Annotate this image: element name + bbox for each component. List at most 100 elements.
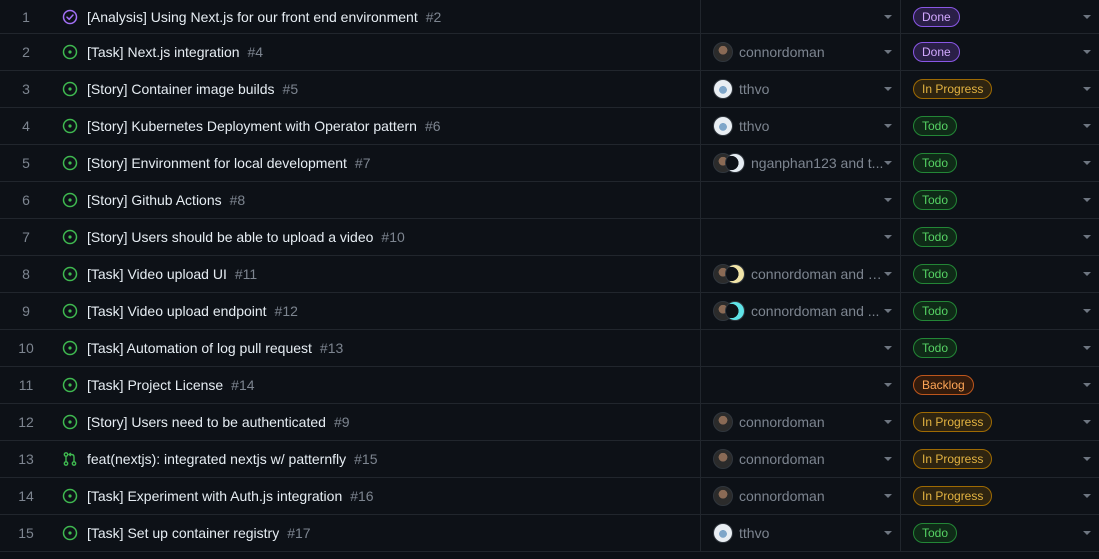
table-row[interactable]: 5 [Story] Environment for local developm… — [0, 145, 1099, 182]
chevron-down-icon[interactable] — [1083, 87, 1091, 91]
avatar[interactable] — [713, 523, 733, 543]
chevron-down-icon[interactable] — [1083, 457, 1091, 461]
issue-title[interactable]: [Story] Users should be able to upload a… — [87, 229, 373, 245]
title-cell[interactable]: [Story] Users need to be authenticated #… — [52, 404, 701, 440]
title-cell[interactable]: feat(nextjs): integrated nextjs w/ patte… — [52, 441, 701, 477]
status-cell[interactable]: In Progress — [901, 71, 1099, 107]
table-row[interactable]: 10 [Task] Automation of log pull request… — [0, 330, 1099, 367]
assignees-cell[interactable]: tthvo — [701, 108, 901, 144]
chevron-down-icon[interactable] — [1083, 124, 1091, 128]
assignees-cell[interactable] — [701, 330, 901, 366]
title-cell[interactable]: [Story] Environment for local developmen… — [52, 145, 701, 181]
issue-title[interactable]: [Task] Experiment with Auth.js integrati… — [87, 488, 342, 504]
chevron-down-icon[interactable] — [884, 457, 892, 461]
status-cell[interactable]: In Progress — [901, 441, 1099, 477]
assignees-cell[interactable]: connordoman — [701, 404, 901, 440]
chevron-down-icon[interactable] — [1083, 531, 1091, 535]
issue-title[interactable]: [Task] Video upload UI — [87, 266, 227, 282]
avatar[interactable] — [725, 153, 745, 173]
avatar[interactable] — [725, 301, 745, 321]
chevron-down-icon[interactable] — [1083, 50, 1091, 54]
issue-title[interactable]: [Story] Github Actions — [87, 192, 222, 208]
status-cell[interactable]: Backlog — [901, 367, 1099, 403]
chevron-down-icon[interactable] — [1083, 420, 1091, 424]
title-cell[interactable]: [Story] Users should be able to upload a… — [52, 219, 701, 255]
chevron-down-icon[interactable] — [1083, 309, 1091, 313]
avatar[interactable] — [713, 42, 733, 62]
issue-title[interactable]: [Story] Container image builds — [87, 81, 275, 97]
table-row[interactable]: 9 [Task] Video upload endpoint #12 conno… — [0, 293, 1099, 330]
title-cell[interactable]: [Task] Video upload endpoint #12 — [52, 293, 701, 329]
status-cell[interactable]: Todo — [901, 145, 1099, 181]
chevron-down-icon[interactable] — [884, 272, 892, 276]
chevron-down-icon[interactable] — [884, 198, 892, 202]
assignees-cell[interactable]: connordoman — [701, 478, 901, 514]
chevron-down-icon[interactable] — [884, 383, 892, 387]
issue-title[interactable]: [Task] Automation of log pull request — [87, 340, 312, 356]
avatar[interactable] — [713, 79, 733, 99]
table-row[interactable]: 13 feat(nextjs): integrated nextjs w/ pa… — [0, 441, 1099, 478]
status-cell[interactable]: Todo — [901, 293, 1099, 329]
chevron-down-icon[interactable] — [1083, 383, 1091, 387]
table-row[interactable]: 6 [Story] Github Actions #8 Todo — [0, 182, 1099, 219]
chevron-down-icon[interactable] — [1083, 198, 1091, 202]
title-cell[interactable]: [Story] Container image builds #5 — [52, 71, 701, 107]
avatar[interactable] — [725, 264, 745, 284]
issue-title[interactable]: [Story] Users need to be authenticated — [87, 414, 326, 430]
assignees-cell[interactable] — [701, 367, 901, 403]
issue-title[interactable]: feat(nextjs): integrated nextjs w/ patte… — [87, 451, 346, 467]
title-cell[interactable]: [Task] Set up container registry #17 — [52, 515, 701, 551]
table-row[interactable]: 1 [Analysis] Using Next.js for our front… — [0, 0, 1099, 34]
chevron-down-icon[interactable] — [884, 124, 892, 128]
assignees-cell[interactable]: connordoman and ... — [701, 293, 901, 329]
issue-title[interactable]: [Story] Kubernetes Deployment with Opera… — [87, 118, 417, 134]
chevron-down-icon[interactable] — [1083, 272, 1091, 276]
chevron-down-icon[interactable] — [884, 494, 892, 498]
status-cell[interactable]: Todo — [901, 108, 1099, 144]
status-cell[interactable]: Todo — [901, 330, 1099, 366]
status-cell[interactable]: Todo — [901, 182, 1099, 218]
assignees-cell[interactable]: tthvo — [701, 515, 901, 551]
chevron-down-icon[interactable] — [1083, 346, 1091, 350]
table-row[interactable]: 7 [Story] Users should be able to upload… — [0, 219, 1099, 256]
assignees-cell[interactable]: connordoman — [701, 34, 901, 70]
issue-title[interactable]: [Analysis] Using Next.js for our front e… — [87, 9, 418, 25]
avatar[interactable] — [713, 412, 733, 432]
status-cell[interactable]: Todo — [901, 256, 1099, 292]
assignees-cell[interactable]: nganphan123 and t... — [701, 145, 901, 181]
chevron-down-icon[interactable] — [884, 346, 892, 350]
table-row[interactable]: 12 [Story] Users need to be authenticate… — [0, 404, 1099, 441]
status-cell[interactable]: Todo — [901, 515, 1099, 551]
chevron-down-icon[interactable] — [884, 50, 892, 54]
title-cell[interactable]: [Task] Next.js integration #4 — [52, 34, 701, 70]
chevron-down-icon[interactable] — [884, 531, 892, 535]
assignees-cell[interactable]: tthvo — [701, 71, 901, 107]
chevron-down-icon[interactable] — [1083, 161, 1091, 165]
avatar[interactable] — [713, 449, 733, 469]
assignees-cell[interactable]: connordoman and li... — [701, 256, 901, 292]
chevron-down-icon[interactable] — [884, 309, 892, 313]
title-cell[interactable]: [Task] Experiment with Auth.js integrati… — [52, 478, 701, 514]
title-cell[interactable]: [Story] Kubernetes Deployment with Opera… — [52, 108, 701, 144]
issue-title[interactable]: [Task] Project License — [87, 377, 223, 393]
title-cell[interactable]: [Task] Project License #14 — [52, 367, 701, 403]
status-cell[interactable]: Todo — [901, 219, 1099, 255]
status-cell[interactable]: Done — [901, 34, 1099, 70]
issue-title[interactable]: [Task] Video upload endpoint — [87, 303, 267, 319]
avatar[interactable] — [713, 116, 733, 136]
assignees-cell[interactable] — [701, 182, 901, 218]
table-row[interactable]: 3 [Story] Container image builds #5 tthv… — [0, 71, 1099, 108]
avatar[interactable] — [713, 486, 733, 506]
status-cell[interactable]: Done — [901, 0, 1099, 33]
chevron-down-icon[interactable] — [884, 87, 892, 91]
chevron-down-icon[interactable] — [1083, 494, 1091, 498]
chevron-down-icon[interactable] — [1083, 14, 1091, 19]
title-cell[interactable]: [Story] Github Actions #8 — [52, 182, 701, 218]
chevron-down-icon[interactable] — [1083, 235, 1091, 239]
assignees-cell[interactable]: connordoman — [701, 441, 901, 477]
status-cell[interactable]: In Progress — [901, 478, 1099, 514]
table-row[interactable]: 15 [Task] Set up container registry #17 … — [0, 515, 1099, 552]
title-cell[interactable]: [Analysis] Using Next.js for our front e… — [52, 0, 701, 33]
title-cell[interactable]: [Task] Automation of log pull request #1… — [52, 330, 701, 366]
issue-title[interactable]: [Story] Environment for local developmen… — [87, 155, 347, 171]
